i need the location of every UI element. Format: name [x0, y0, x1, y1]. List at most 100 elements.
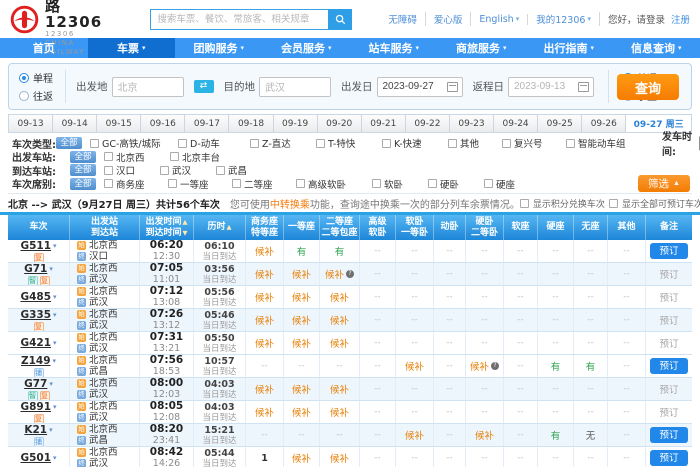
top-link-我的12306[interactable]: 我的12306▾	[528, 12, 600, 26]
filter-option-其他[interactable]: 其他	[448, 136, 502, 150]
train-number-link[interactable]: G511	[20, 240, 51, 252]
trip-type-往返[interactable]: 往返	[19, 88, 53, 103]
date-tab-09-19[interactable]: 09-19	[274, 115, 318, 132]
column-header[interactable]: 历时▲	[194, 215, 246, 240]
date-tab-09-14[interactable]: 09-14	[53, 115, 97, 132]
train-number-link[interactable]: Z149	[21, 355, 51, 367]
column-header[interactable]: 二等座二等包座	[320, 215, 360, 240]
top-link-无障碍[interactable]: 无障碍	[380, 12, 426, 26]
column-header[interactable]: 车次	[8, 215, 70, 240]
train-number-link[interactable]: G501	[20, 452, 51, 464]
all-bookable-checkbox[interactable]	[609, 199, 618, 208]
transfer-link[interactable]: 中转换乘	[270, 200, 310, 211]
date-tab-09-20[interactable]: 09-20	[318, 115, 362, 132]
filter-option-D-动车[interactable]: D-动车	[178, 136, 250, 150]
train-number-link[interactable]: G77	[24, 378, 47, 390]
top-link-English[interactable]: English▾	[471, 14, 528, 25]
date-tab-09-24[interactable]: 09-24	[494, 115, 538, 132]
train-number-link[interactable]: G335	[20, 309, 51, 321]
chevron-down-icon[interactable]: ▾	[49, 426, 53, 434]
search-button[interactable]	[328, 9, 352, 30]
return-date-input[interactable]	[509, 78, 578, 96]
filter-option-北京西[interactable]: 北京西	[104, 150, 170, 164]
filter-all-button[interactable]: 全部	[70, 178, 96, 190]
column-header[interactable]: 硬座	[538, 215, 574, 240]
date-tab-09-23[interactable]: 09-23	[450, 115, 494, 132]
filter-apply-button[interactable]: 筛选 ▲	[638, 175, 690, 192]
nav-item-出行指南[interactable]: 出行指南▾	[525, 38, 613, 58]
train-number-link[interactable]: G891	[20, 401, 51, 413]
filter-option-K-快速[interactable]: K-快速	[382, 136, 448, 150]
filter-option-GC-高铁/城际[interactable]: GC-高铁/城际	[90, 136, 178, 150]
chevron-down-icon[interactable]: ▾	[53, 242, 57, 250]
search-input[interactable]	[150, 9, 328, 30]
swap-stations-icon[interactable]: ⇄	[194, 80, 214, 93]
to-input[interactable]	[260, 78, 330, 96]
chevron-down-icon[interactable]: ▾	[49, 265, 53, 273]
column-header[interactable]: 高级软卧	[360, 215, 396, 240]
column-header[interactable]: 出发站到达站	[70, 215, 140, 240]
filter-option-Z-直达[interactable]: Z-直达	[250, 136, 316, 150]
filter-option-商务座[interactable]: 商务座	[104, 177, 168, 191]
date-tab-09-22[interactable]: 09-22	[406, 115, 450, 132]
filter-option-武汉[interactable]: 武汉	[160, 163, 216, 177]
calendar-icon[interactable]	[447, 82, 458, 92]
book-button[interactable]: 预订	[650, 243, 688, 259]
greeting-text[interactable]: 您好，请登录	[600, 12, 665, 26]
chevron-down-icon[interactable]: ▾	[53, 357, 57, 365]
filter-option-硬座[interactable]: 硬座	[484, 177, 540, 191]
date-tab-09-13[interactable]: 09-13	[9, 115, 53, 132]
date-tab-09-26[interactable]: 09-26	[582, 115, 626, 132]
filter-option-高级软卧[interactable]: 高级软卧	[296, 177, 372, 191]
points-exchange-checkbox[interactable]	[520, 199, 529, 208]
nav-item-车票[interactable]: 车票▾	[88, 38, 176, 58]
nav-item-信息查询[interactable]: 信息查询▾	[613, 38, 700, 58]
nav-item-站车服务[interactable]: 站车服务▾	[350, 38, 438, 58]
chevron-down-icon[interactable]: ▾	[53, 454, 57, 462]
query-button[interactable]: 查询	[617, 74, 679, 100]
chevron-down-icon[interactable]: ▾	[53, 403, 57, 411]
train-number-link[interactable]: G71	[24, 263, 47, 275]
filter-option-一等座[interactable]: 一等座	[168, 177, 232, 191]
column-header[interactable]: 软卧一等卧	[396, 215, 434, 240]
column-header[interactable]: 其他	[608, 215, 646, 240]
column-header[interactable]: 商务座特等座	[246, 215, 284, 240]
column-header[interactable]: 硬卧二等卧	[466, 215, 504, 240]
filter-option-硬卧[interactable]: 硬卧	[428, 177, 484, 191]
nav-item-团购服务[interactable]: 团购服务▾	[175, 38, 263, 58]
column-header[interactable]: 动卧	[434, 215, 466, 240]
column-header[interactable]: 一等座	[284, 215, 320, 240]
filter-option-T-特快[interactable]: T-特快	[316, 136, 382, 150]
filter-all-button[interactable]: 全部	[56, 137, 82, 149]
column-header[interactable]: 软座	[504, 215, 538, 240]
column-header[interactable]: 无座	[574, 215, 608, 240]
filter-option-软卧[interactable]: 软卧	[372, 177, 428, 191]
column-header[interactable]: 出发时间▲到达时间▼	[140, 215, 194, 240]
nav-item-首页[interactable]: 首页	[0, 38, 88, 58]
column-header[interactable]: 备注	[646, 215, 692, 240]
train-number-link[interactable]: G421	[20, 337, 51, 349]
chevron-down-icon[interactable]: ▾	[53, 311, 57, 319]
nav-item-会员服务[interactable]: 会员服务▾	[263, 38, 351, 58]
train-number-link[interactable]: K21	[24, 424, 47, 436]
date-tab-09-18[interactable]: 09-18	[229, 115, 273, 132]
date-tab-09-21[interactable]: 09-21	[362, 115, 406, 132]
date-tab-09-16[interactable]: 09-16	[141, 115, 185, 132]
train-number-link[interactable]: G485	[20, 291, 51, 303]
date-tab-09-25[interactable]: 09-25	[538, 115, 582, 132]
register-link[interactable]: 注册	[665, 12, 690, 26]
filter-all-button[interactable]: 全部	[70, 164, 96, 176]
filter-option-二等座[interactable]: 二等座	[232, 177, 296, 191]
trip-type-单程[interactable]: 单程	[19, 70, 53, 85]
from-input[interactable]	[113, 78, 183, 96]
book-button[interactable]: 预订	[650, 427, 688, 443]
filter-option-汉口[interactable]: 汉口	[104, 163, 160, 177]
book-button[interactable]: 预订	[650, 358, 688, 374]
filter-option-复兴号[interactable]: 复兴号	[502, 136, 566, 150]
filter-all-button[interactable]: 全部	[70, 151, 96, 163]
chevron-down-icon[interactable]: ▾	[49, 380, 53, 388]
filter-option-北京丰台[interactable]: 北京丰台	[170, 150, 248, 164]
date-tab-09-15[interactable]: 09-15	[97, 115, 141, 132]
chevron-down-icon[interactable]: ▾	[53, 339, 57, 347]
date-tab-09-17[interactable]: 09-17	[185, 115, 229, 132]
